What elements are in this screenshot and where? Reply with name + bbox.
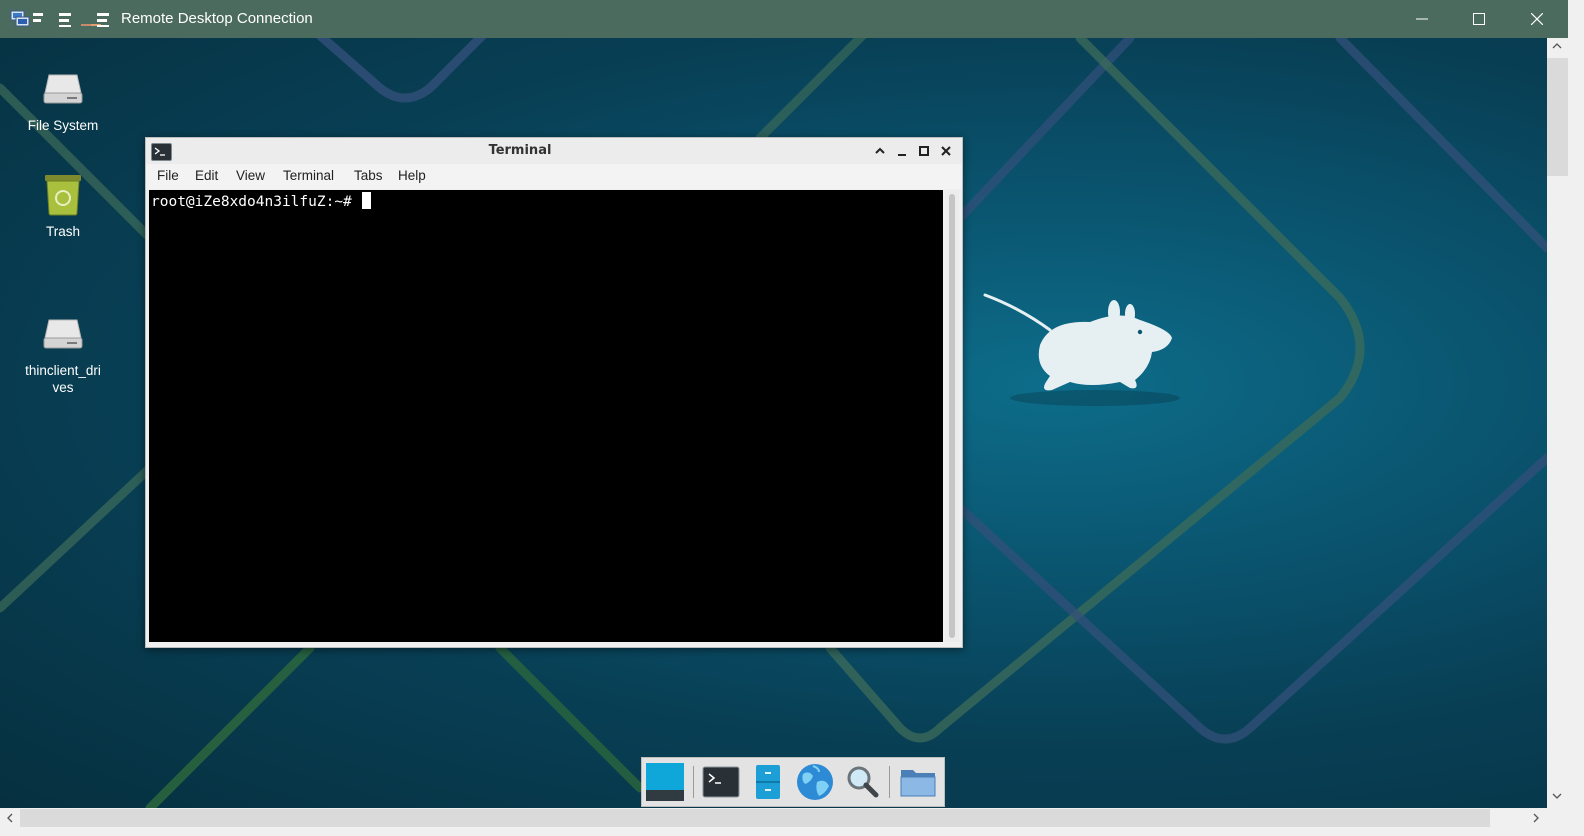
rdp-horizontal-scrollbar-thumb[interactable]: [20, 809, 1490, 827]
terminal-prompt: root@iZe8xdo4n3ilfuZ:~#: [151, 194, 361, 210]
window-title: Remote Desktop Connection: [121, 10, 313, 27]
terminal-icon: [702, 766, 740, 798]
menu-view[interactable]: View: [236, 168, 265, 183]
rdp-titlebar: Remote Desktop Connection: [0, 0, 1584, 38]
xfce-mouse-logo: [983, 293, 1180, 406]
desktop-icon-file-system[interactable]: File System: [15, 65, 111, 134]
window-right-edge: [1568, 0, 1584, 836]
terminal-window[interactable]: Terminal File Edit View Terminal Tabs He…: [145, 137, 963, 648]
drive-icon: [39, 293, 87, 349]
dock-separator: [693, 766, 694, 798]
dock-separator: [889, 766, 890, 798]
trash-icon: [39, 171, 87, 219]
web-browser-icon: [797, 764, 833, 800]
terminal-minimize-button[interactable]: [894, 143, 910, 159]
desktop-icon-label: thinclient_dri ves: [25, 363, 101, 395]
dock-folder[interactable]: [898, 762, 938, 802]
desktop-icon-thinclient-drives[interactable]: thinclient_dri ves: [15, 276, 111, 413]
dock-web-browser[interactable]: [795, 762, 835, 802]
scroll-up-icon[interactable]: [1551, 40, 1563, 55]
close-button[interactable]: [1508, 0, 1566, 38]
file-manager-icon: [756, 765, 780, 799]
minimize-icon: [1416, 18, 1428, 20]
terminal-close-button[interactable]: [938, 143, 954, 159]
window-bottom-edge: [0, 828, 1584, 836]
terminal-output[interactable]: root@iZe8xdo4n3ilfuZ:~#: [149, 190, 943, 642]
chevron-up-icon: [875, 147, 885, 154]
terminal-menubar: File Edit View Terminal Tabs Help: [146, 164, 962, 189]
maximize-icon: [919, 146, 929, 156]
text-cursor: [361, 192, 371, 209]
close-icon: [941, 146, 951, 156]
desktop-icon-label: Trash: [45, 224, 80, 239]
redacted-host-label: [33, 10, 111, 28]
desktop-icon-trash[interactable]: Trash: [15, 171, 111, 240]
rdp-horizontal-scrollbar[interactable]: [0, 808, 1547, 828]
terminal-title: Terminal: [488, 143, 552, 158]
terminal-prompt-line: root@iZe8xdo4n3ilfuZ:~#: [151, 192, 371, 210]
scroll-down-icon[interactable]: [1551, 790, 1563, 805]
dock-app-finder[interactable]: [842, 762, 882, 802]
rdp-vertical-scrollbar[interactable]: [1547, 38, 1568, 808]
dock-file-manager[interactable]: [748, 762, 788, 802]
terminal-maximize-button[interactable]: [916, 143, 932, 159]
scroll-right-icon[interactable]: [1530, 812, 1542, 827]
menu-help[interactable]: Help: [398, 168, 426, 183]
remote-desktop-icon[interactable]: [10, 8, 30, 28]
menu-edit[interactable]: Edit: [195, 168, 218, 183]
minimize-button[interactable]: [1393, 0, 1451, 38]
dock-show-desktop[interactable]: [645, 762, 685, 802]
rdp-vertical-scrollbar-thumb[interactable]: [1547, 58, 1568, 176]
menu-file[interactable]: File: [157, 168, 179, 183]
terminal-scrollbar-thumb[interactable]: [949, 194, 955, 638]
shade-button[interactable]: [872, 143, 888, 159]
close-icon: [1531, 13, 1543, 25]
show-desktop-icon: [646, 763, 684, 801]
maximize-icon: [1473, 13, 1485, 25]
desktop-icon-label: File System: [27, 118, 99, 133]
minimize-icon: [898, 154, 906, 156]
terminal-titlebar[interactable]: Terminal: [146, 138, 962, 164]
dock-terminal[interactable]: [701, 762, 741, 802]
app-finder-icon: [847, 766, 879, 798]
scrollbar-corner: [1547, 808, 1568, 828]
menu-tabs[interactable]: Tabs: [354, 168, 383, 183]
folder-icon: [900, 770, 936, 797]
dock-panel: [641, 757, 945, 807]
drive-icon: [39, 65, 87, 113]
terminal-scrollbar[interactable]: [945, 190, 959, 642]
menu-terminal[interactable]: Terminal: [283, 168, 334, 183]
maximize-button[interactable]: [1450, 0, 1508, 38]
scroll-left-icon[interactable]: [4, 812, 16, 827]
